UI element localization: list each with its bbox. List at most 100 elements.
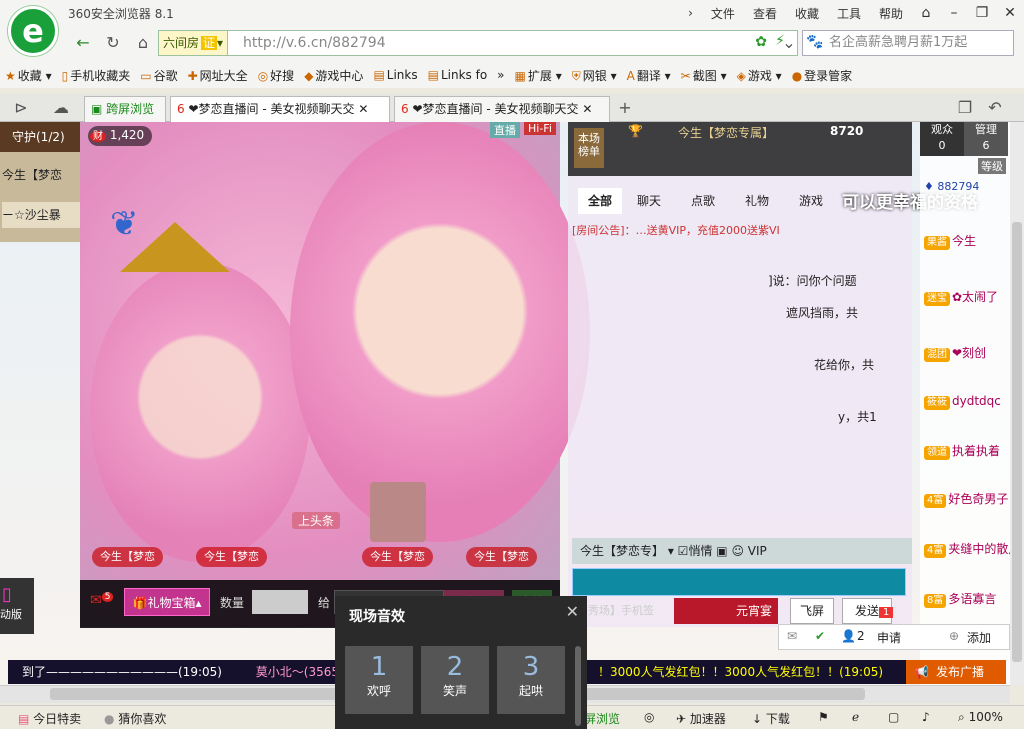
guard-item[interactable]: ㄧ☆沙尘暴 (2, 202, 80, 228)
address-bar[interactable]: 六间房证 ▾ http://v.6.cn/882794 ✿ ⚡ (158, 30, 798, 56)
bookmark-item[interactable]: ✚ 网址大全 (188, 67, 248, 84)
list-item[interactable]: 8富 多语寡言 (924, 586, 1010, 612)
bookmark-item[interactable]: ▯ 手机收藏夹 (62, 67, 131, 84)
window-icon[interactable]: ▢ (888, 710, 899, 724)
flag-icon[interactable]: ⚑ (818, 710, 829, 724)
zoom-control[interactable]: ⌕ 100% (958, 710, 1003, 725)
tab-room-1[interactable]: 6 ❤梦恋直播间 - 美女视频聊天交 ✕ (170, 96, 390, 122)
browser-logo-icon[interactable]: e (8, 6, 58, 56)
more-bookmarks-icon[interactable]: » (497, 68, 504, 82)
menu-help[interactable]: 帮助 (879, 5, 903, 22)
tab-room-2[interactable]: 6 ❤梦恋直播间 - 美女视频聊天交 ✕ (394, 96, 610, 122)
back-icon[interactable]: ← (70, 30, 96, 56)
refresh-icon[interactable]: ↻ (100, 30, 126, 56)
tab-list-icon[interactable]: ❐ (952, 95, 978, 121)
home-icon[interactable]: ⌂ (130, 30, 156, 56)
list-item[interactable]: 迷宝 ✿太闹了 (924, 284, 1010, 310)
bookmark-item[interactable]: A 翻译 ▾ (627, 67, 671, 84)
undo-close-icon[interactable]: ↶ (982, 95, 1008, 121)
bookmark-item[interactable]: ▤ Links fo (428, 68, 488, 82)
split-view-link[interactable]: 屏浏览 (584, 710, 620, 727)
globe-icon[interactable]: ◎ (644, 710, 654, 724)
new-tab-icon[interactable]: + (612, 95, 638, 121)
tab-all[interactable]: 全部 (578, 188, 622, 214)
user-icon[interactable]: 👤 (841, 629, 856, 643)
seat-slot[interactable]: 今生【梦恋 (466, 547, 537, 567)
close-tab-icon[interactable]: ✕ (358, 102, 368, 116)
video-stage[interactable]: ❦ 财 1,420 直播 Hi-Fi 上头条 今生【梦恋 今生【梦恋 今生【梦恋… (80, 122, 590, 627)
maximize-icon[interactable]: ❐ (968, 5, 996, 21)
list-item[interactable]: 4富 好色奇男子 (924, 486, 1010, 512)
close-window-icon[interactable]: ✕ (996, 5, 1024, 21)
list-item[interactable]: 领道 执着执着 (924, 438, 1010, 464)
list-item[interactable]: 4富夹缝中的散户 (924, 536, 1010, 562)
url-input[interactable]: http://v.6.cn/882794 (243, 31, 386, 55)
effect-cheer-button[interactable]: 1 欢呼 (345, 646, 413, 714)
bookmark-item[interactable]: ▦ 扩展 ▾ (515, 67, 562, 84)
download-link[interactable]: ↓ 下载 (752, 710, 790, 727)
emoji-icon[interactable]: ☺ (731, 544, 744, 558)
tab-songs[interactable]: 点歌 (676, 188, 730, 214)
level-tab[interactable]: 等级 (978, 158, 1006, 174)
guard-item[interactable]: 今生【梦恋 (2, 162, 80, 188)
stage-rank-button[interactable]: 本场榜单 (574, 128, 604, 168)
whisper-checkbox[interactable]: ☑ (678, 544, 689, 558)
close-tab-icon[interactable]: ✕ (582, 102, 592, 116)
bookmark-item[interactable]: ✂ 截图 ▾ (681, 67, 727, 84)
effect-laugh-button[interactable]: 2 笑声 (421, 646, 489, 714)
yuanxiao-banner[interactable]: 元宵宴 (674, 598, 778, 624)
bookmark-item[interactable]: ▭ 谷歌 (140, 67, 177, 84)
tab-chat[interactable]: 聊天 (622, 188, 676, 214)
mail-icon[interactable]: ✉ (787, 629, 797, 643)
add-button[interactable]: 添加 (967, 629, 991, 646)
gift-box-button[interactable]: 🎁礼物宝箱▴ (124, 588, 210, 616)
image-icon[interactable]: ▣ (716, 544, 727, 558)
cloud-icon[interactable]: ☁ (48, 95, 74, 121)
top-user-name[interactable]: 今生【梦恋专属】 (678, 124, 774, 141)
close-icon[interactable]: ✕ (566, 602, 579, 621)
accelerator-link[interactable]: ✈ 加速器 (676, 710, 726, 727)
volume-icon[interactable]: ♪ (922, 710, 930, 724)
tab-admins[interactable]: 管理 6 (964, 122, 1008, 156)
minimize-icon[interactable]: – (940, 5, 968, 21)
tab-games[interactable]: 游戏 (784, 188, 838, 214)
bookmark-item[interactable]: ◎ 好搜 (258, 67, 295, 84)
publish-broadcast-button[interactable]: 📢 发布广播 (906, 660, 1006, 684)
bookmark-item[interactable]: ◆ 游戏中心 (304, 67, 363, 84)
mobile-version-button[interactable]: ▯ 动版 (0, 578, 34, 634)
vertical-scrollbar[interactable] (1010, 122, 1024, 685)
quantity-input[interactable] (252, 590, 308, 614)
list-item[interactable]: 筱筱 dydtdqc (924, 388, 1010, 414)
seat-slot[interactable]: 今生【梦恋 (196, 547, 267, 567)
vip-badge[interactable]: VIP (748, 544, 767, 558)
popup-scrollbar[interactable] (575, 646, 581, 726)
tab-audience[interactable]: 观众 0 (920, 122, 964, 156)
bookmark-item[interactable]: ● 登录管家 (792, 67, 853, 84)
menu-tools[interactable]: 工具 (837, 5, 861, 22)
menu-file[interactable]: 文件 (711, 5, 735, 22)
apply-button[interactable]: 申请 (877, 629, 901, 646)
site-tag[interactable]: 六间房证 ▾ (159, 31, 229, 55)
list-item[interactable]: 果酱 今生 (924, 228, 1010, 254)
tab-gifts[interactable]: 礼物 (730, 188, 784, 214)
sidebar-toggle-icon[interactable]: ⊳ (8, 95, 34, 121)
tab-split-view[interactable]: ▣ 跨屏浏览 (84, 96, 166, 122)
search-input[interactable]: 名企高薪急聘月薪1万起 (802, 30, 1014, 56)
pin-icon[interactable]: ⌂ (912, 5, 940, 21)
dropdown-chevron-icon[interactable]: ⌄ (776, 30, 802, 56)
gift-counter-icon[interactable]: ✉ 5 (90, 592, 114, 609)
bookmark-item[interactable]: ⛨ 网银 ▾ (572, 67, 617, 84)
flyscreen-button[interactable]: 飞屏 (790, 598, 834, 624)
ie-icon[interactable]: ℯ (852, 710, 859, 724)
seat-slot[interactable]: 今生【梦恋 (362, 547, 433, 567)
scroll-thumb[interactable] (1012, 222, 1022, 662)
today-sale-link[interactable]: ▤ 今日特卖 (18, 710, 81, 727)
bookmark-item[interactable]: ★ 收藏 ▾ (5, 67, 52, 84)
menu-favorites[interactable]: 收藏 (795, 5, 819, 22)
avatar[interactable] (370, 482, 426, 542)
chat-target-select[interactable]: 今生【梦恋专】 (580, 544, 664, 558)
menu-view[interactable]: 查看 (753, 5, 777, 22)
promo-text[interactable]: 秀场】手机签 (588, 602, 654, 618)
chat-input[interactable] (572, 568, 906, 596)
list-item[interactable]: 混团 ❤刻创 (924, 340, 1010, 366)
